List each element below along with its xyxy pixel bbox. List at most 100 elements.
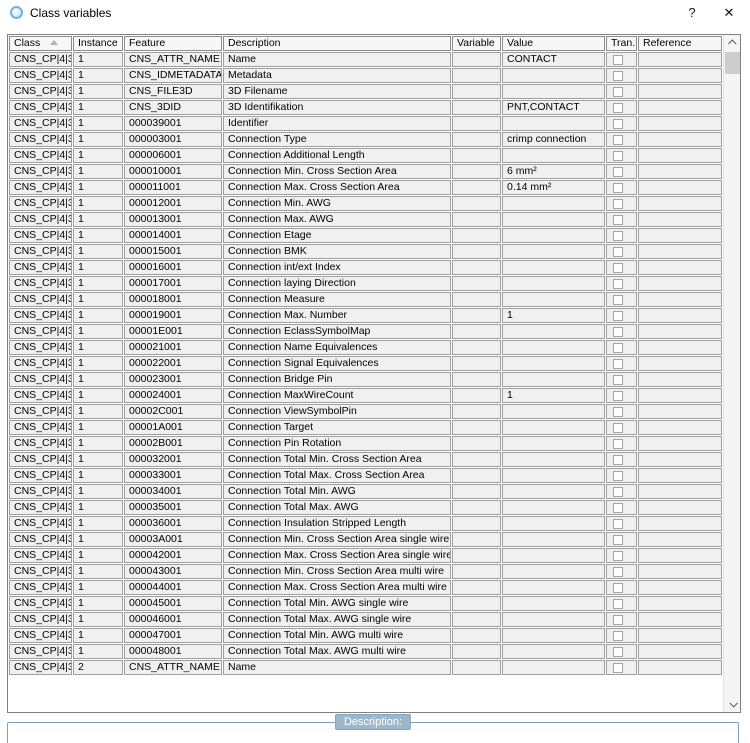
scroll-up-button[interactable] bbox=[724, 35, 740, 51]
cell-instance[interactable]: 1 bbox=[73, 212, 123, 227]
cell-description[interactable]: Connection Total Max. AWG single wire bbox=[223, 612, 451, 627]
cell-reference[interactable] bbox=[638, 452, 722, 467]
cell-reference[interactable] bbox=[638, 132, 722, 147]
cell-class[interactable]: CNS_CP|4|3 bbox=[9, 580, 72, 595]
cell-class[interactable]: CNS_CP|4|3 bbox=[9, 132, 72, 147]
cell-translate[interactable] bbox=[606, 180, 637, 195]
cell-value[interactable] bbox=[502, 212, 605, 227]
cell-reference[interactable] bbox=[638, 228, 722, 243]
cell-description[interactable]: Connection BMK bbox=[223, 244, 451, 259]
cell-class[interactable]: CNS_CP|4|3 bbox=[9, 372, 72, 387]
cell-instance[interactable]: 1 bbox=[73, 420, 123, 435]
cell-value[interactable] bbox=[502, 660, 605, 675]
cell-value[interactable] bbox=[502, 276, 605, 291]
translate-checkbox[interactable] bbox=[613, 166, 623, 177]
translate-checkbox[interactable] bbox=[613, 502, 623, 513]
translate-checkbox[interactable] bbox=[613, 294, 623, 305]
table-row[interactable]: CNS_CP|4|3 1 000035001 Connection Total Max… bbox=[9, 500, 722, 515]
table-row[interactable]: CNS_CP|4|3 1 000006001 Connection Additiona… bbox=[9, 148, 722, 163]
table-row[interactable]: CNS_CP|4|3 2 CNS_ATTR_NAME Name bbox=[9, 660, 722, 675]
cell-variable[interactable] bbox=[452, 68, 501, 83]
cell-value[interactable]: CONTACT bbox=[502, 52, 605, 67]
table-row[interactable]: CNS_CP|4|3 1 000048001 Connection Total Max… bbox=[9, 644, 722, 659]
cell-translate[interactable] bbox=[606, 436, 637, 451]
table-row[interactable]: CNS_CP|4|3 1 000042001 Connection Max. Cros… bbox=[9, 548, 722, 563]
cell-value[interactable]: 0.14 mm² bbox=[502, 180, 605, 195]
cell-value[interactable] bbox=[502, 452, 605, 467]
cell-variable[interactable] bbox=[452, 228, 501, 243]
translate-checkbox[interactable] bbox=[613, 614, 623, 625]
cell-translate[interactable] bbox=[606, 116, 637, 131]
cell-variable[interactable] bbox=[452, 468, 501, 483]
table-row[interactable]: CNS_CP|4|3 1 000021001 Connection Name Equi… bbox=[9, 340, 722, 355]
table-row[interactable]: CNS_CP|4|3 1 CNS_IDMETADATA Metadata bbox=[9, 68, 722, 83]
table-row[interactable]: CNS_CP|4|3 1 000017001 Connection laying Di… bbox=[9, 276, 722, 291]
cell-class[interactable]: CNS_CP|4|3 bbox=[9, 196, 72, 211]
cell-feature[interactable]: 000018001 bbox=[124, 292, 222, 307]
table-row[interactable]: CNS_CP|4|3 1 00002C001 Connection ViewSymbo… bbox=[9, 404, 722, 419]
cell-feature[interactable]: 000023001 bbox=[124, 372, 222, 387]
translate-checkbox[interactable] bbox=[613, 598, 623, 609]
table-row[interactable]: CNS_CP|4|3 1 000039001 Identifier bbox=[9, 116, 722, 131]
cell-variable[interactable] bbox=[452, 148, 501, 163]
cell-instance[interactable]: 1 bbox=[73, 180, 123, 195]
cell-description[interactable]: Connection Target bbox=[223, 420, 451, 435]
cell-value[interactable] bbox=[502, 612, 605, 627]
scrollbar-thumb[interactable] bbox=[725, 52, 740, 74]
cell-instance[interactable]: 1 bbox=[73, 388, 123, 403]
cell-class[interactable]: CNS_CP|4|3 bbox=[9, 500, 72, 515]
translate-checkbox[interactable] bbox=[613, 262, 623, 273]
cell-variable[interactable] bbox=[452, 404, 501, 419]
cell-instance[interactable]: 1 bbox=[73, 196, 123, 211]
cell-variable[interactable] bbox=[452, 84, 501, 99]
cell-variable[interactable] bbox=[452, 276, 501, 291]
cell-class[interactable]: CNS_CP|4|3 bbox=[9, 420, 72, 435]
cell-description[interactable]: Metadata bbox=[223, 68, 451, 83]
cell-feature[interactable]: 000011001 bbox=[124, 180, 222, 195]
cell-reference[interactable] bbox=[638, 260, 722, 275]
translate-checkbox[interactable] bbox=[613, 310, 623, 321]
cell-translate[interactable] bbox=[606, 580, 637, 595]
translate-checkbox[interactable] bbox=[613, 150, 623, 161]
cell-instance[interactable]: 2 bbox=[73, 660, 123, 675]
cell-translate[interactable] bbox=[606, 52, 637, 67]
cell-feature[interactable]: 000016001 bbox=[124, 260, 222, 275]
cell-feature[interactable]: 000017001 bbox=[124, 276, 222, 291]
translate-checkbox[interactable] bbox=[613, 662, 623, 673]
cell-class[interactable]: CNS_CP|4|3 bbox=[9, 84, 72, 99]
cell-value[interactable] bbox=[502, 500, 605, 515]
cell-class[interactable]: CNS_CP|4|3 bbox=[9, 244, 72, 259]
cell-variable[interactable] bbox=[452, 164, 501, 179]
cell-instance[interactable]: 1 bbox=[73, 84, 123, 99]
help-button[interactable]: ? bbox=[679, 3, 705, 23]
translate-checkbox[interactable] bbox=[613, 374, 623, 385]
column-header-reference[interactable]: Reference bbox=[638, 36, 722, 51]
table-row[interactable]: CNS_CP|4|3 1 00002B001 Connection Pin Rotat… bbox=[9, 436, 722, 451]
cell-feature[interactable]: 000012001 bbox=[124, 196, 222, 211]
cell-description[interactable]: Connection Bridge Pin bbox=[223, 372, 451, 387]
table-row[interactable]: CNS_CP|4|3 1 00001A001 Connection Target bbox=[9, 420, 722, 435]
cell-feature[interactable]: 000048001 bbox=[124, 644, 222, 659]
translate-checkbox[interactable] bbox=[613, 118, 623, 129]
cell-translate[interactable] bbox=[606, 372, 637, 387]
cell-value[interactable] bbox=[502, 596, 605, 611]
translate-checkbox[interactable] bbox=[613, 246, 623, 257]
cell-description[interactable]: Connection Name Equivalences bbox=[223, 340, 451, 355]
table-row[interactable]: CNS_CP|4|3 1 000016001 Connection int/ext I… bbox=[9, 260, 722, 275]
cell-variable[interactable] bbox=[452, 356, 501, 371]
cell-value[interactable]: 1 bbox=[502, 388, 605, 403]
cell-feature[interactable]: 00002B001 bbox=[124, 436, 222, 451]
cell-feature[interactable]: 000019001 bbox=[124, 308, 222, 323]
table-row[interactable]: CNS_CP|4|3 1 000044001 Connection Max. Cros… bbox=[9, 580, 722, 595]
cell-class[interactable]: CNS_CP|4|3 bbox=[9, 628, 72, 643]
cell-value[interactable] bbox=[502, 148, 605, 163]
cell-feature[interactable]: 000021001 bbox=[124, 340, 222, 355]
cell-instance[interactable]: 1 bbox=[73, 164, 123, 179]
cell-instance[interactable]: 1 bbox=[73, 372, 123, 387]
table-row[interactable]: CNS_CP|4|3 1 00003A001 Connection Min. Cros… bbox=[9, 532, 722, 547]
cell-translate[interactable] bbox=[606, 84, 637, 99]
cell-instance[interactable]: 1 bbox=[73, 68, 123, 83]
cell-instance[interactable]: 1 bbox=[73, 148, 123, 163]
translate-checkbox[interactable] bbox=[613, 342, 623, 353]
cell-variable[interactable] bbox=[452, 612, 501, 627]
